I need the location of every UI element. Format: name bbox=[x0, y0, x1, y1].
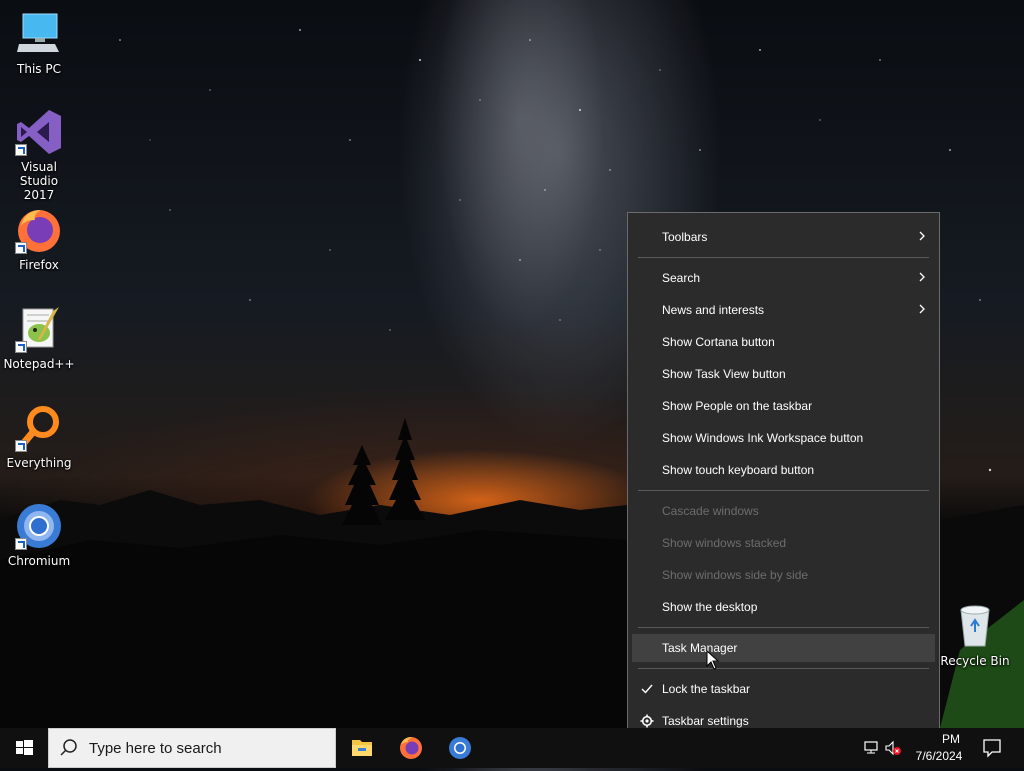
chevron-right-icon bbox=[919, 231, 925, 241]
menu-item-show-touch-keyboard[interactable]: Show touch keyboard button bbox=[632, 456, 935, 484]
menu-item-label: Show windows stacked bbox=[662, 536, 787, 550]
chromium-icon bbox=[15, 502, 63, 550]
desktop-icon-this-pc[interactable]: This PC bbox=[1, 10, 77, 76]
shortcut-arrow-icon bbox=[15, 242, 27, 254]
desktop-icon-label: Recycle Bin bbox=[940, 654, 1010, 668]
menu-item-label: Taskbar settings bbox=[662, 714, 749, 728]
visual-studio-icon bbox=[15, 108, 63, 156]
menu-item-label: News and interests bbox=[662, 303, 765, 317]
taskbar-search-box[interactable]: Type here to search bbox=[48, 728, 336, 768]
desktop-icon-label: Chromium bbox=[7, 554, 71, 568]
menu-item-label: Show Windows Ink Workspace button bbox=[662, 431, 864, 445]
chromium-icon bbox=[449, 737, 471, 759]
menu-item-lock-the-taskbar[interactable]: Lock the taskbar bbox=[632, 675, 935, 703]
taskbar-app-file-explorer[interactable] bbox=[338, 728, 386, 768]
menu-item-label: Show Cortana button bbox=[662, 335, 775, 349]
volume-muted-icon[interactable] bbox=[884, 740, 902, 759]
menu-separator bbox=[638, 627, 929, 628]
desktop-icon-chromium[interactable]: Chromium bbox=[1, 502, 77, 568]
menu-separator bbox=[638, 490, 929, 491]
file-explorer-icon bbox=[352, 740, 372, 756]
menu-item-label: Show windows side by side bbox=[662, 568, 809, 582]
menu-item-task-manager[interactable]: Task Manager bbox=[632, 634, 935, 662]
taskbar: Type here to search PM 7/6/2024 bbox=[0, 728, 1024, 768]
menu-item-news-and-interests[interactable]: News and interests bbox=[632, 296, 935, 324]
menu-item-label: Toolbars bbox=[662, 230, 708, 244]
menu-item-toolbars[interactable]: Toolbars bbox=[632, 223, 935, 251]
computer-icon bbox=[15, 10, 63, 58]
recycle-bin-icon bbox=[951, 602, 999, 650]
notification-icon bbox=[983, 739, 1001, 758]
gear-icon bbox=[640, 714, 654, 728]
menu-item-label: Lock the taskbar bbox=[662, 682, 751, 696]
chevron-right-icon bbox=[919, 304, 925, 314]
desktop-icon-label: Visual Studio 2017 bbox=[19, 160, 59, 202]
shortcut-arrow-icon bbox=[15, 144, 27, 156]
taskbar-context-menu: Toolbars Search News and interests Show … bbox=[627, 212, 940, 745]
network-icon[interactable] bbox=[862, 740, 880, 759]
firefox-icon bbox=[15, 206, 63, 254]
chevron-right-icon bbox=[919, 272, 925, 282]
search-placeholder: Type here to search bbox=[89, 740, 222, 757]
menu-item-label: Show Task View button bbox=[662, 367, 786, 381]
desktop-icon-everything[interactable]: Everything bbox=[1, 404, 77, 470]
desktop-icon-firefox[interactable]: Firefox bbox=[1, 206, 77, 272]
notepad-plus-plus-icon bbox=[15, 305, 63, 353]
clock-time: PM bbox=[942, 732, 960, 746]
menu-separator bbox=[638, 257, 929, 258]
menu-item-label: Task Manager bbox=[662, 641, 738, 655]
menu-item-search[interactable]: Search bbox=[632, 264, 935, 292]
checkmark-icon bbox=[641, 684, 653, 694]
menu-item-label: Cascade windows bbox=[662, 504, 759, 518]
taskbar-app-chromium[interactable] bbox=[436, 728, 484, 768]
taskbar-clock[interactable]: PM 7/6/2024 bbox=[904, 728, 974, 768]
menu-item-show-task-view-button[interactable]: Show Task View button bbox=[632, 360, 935, 388]
menu-item-show-windows-side-by-side: Show windows side by side bbox=[632, 561, 935, 589]
menu-item-show-people[interactable]: Show People on the taskbar bbox=[632, 392, 935, 420]
desktop-icon-label: Notepad++ bbox=[3, 357, 75, 371]
menu-item-show-windows-stacked: Show windows stacked bbox=[632, 529, 935, 557]
shortcut-arrow-icon bbox=[15, 341, 27, 353]
shortcut-arrow-icon bbox=[15, 440, 27, 452]
taskbar-app-firefox[interactable] bbox=[387, 728, 435, 768]
menu-item-show-the-desktop[interactable]: Show the desktop bbox=[632, 593, 935, 621]
desktop-icon-visual-studio[interactable]: Visual Studio 2017 bbox=[1, 108, 77, 202]
menu-item-label: Show touch keyboard button bbox=[662, 463, 815, 477]
desktop-icon-label: Firefox bbox=[19, 258, 59, 272]
shortcut-arrow-icon bbox=[15, 538, 27, 550]
desktop-icon-label: This PC bbox=[17, 62, 61, 76]
menu-item-label: Search bbox=[662, 271, 701, 285]
windows-logo-icon bbox=[16, 740, 33, 755]
search-icon bbox=[60, 739, 77, 756]
menu-item-label: Show the desktop bbox=[662, 600, 758, 614]
firefox-icon bbox=[400, 737, 422, 759]
everything-search-icon bbox=[15, 404, 63, 452]
start-button[interactable] bbox=[0, 728, 48, 768]
menu-item-show-cortana-button[interactable]: Show Cortana button bbox=[632, 328, 935, 356]
clock-date: 7/6/2024 bbox=[915, 749, 963, 763]
menu-item-label: Show People on the taskbar bbox=[662, 399, 813, 413]
menu-item-cascade-windows: Cascade windows bbox=[632, 497, 935, 525]
menu-separator bbox=[638, 668, 929, 669]
desktop-icon-recycle-bin[interactable]: Recycle Bin bbox=[937, 602, 1013, 668]
mouse-pointer-icon bbox=[706, 650, 720, 670]
menu-item-show-windows-ink[interactable]: Show Windows Ink Workspace button bbox=[632, 424, 935, 452]
desktop-icon-label: Everything bbox=[6, 456, 72, 470]
action-center-button[interactable] bbox=[976, 728, 1016, 768]
desktop-icon-notepad-plus-plus[interactable]: Notepad++ bbox=[1, 305, 77, 371]
